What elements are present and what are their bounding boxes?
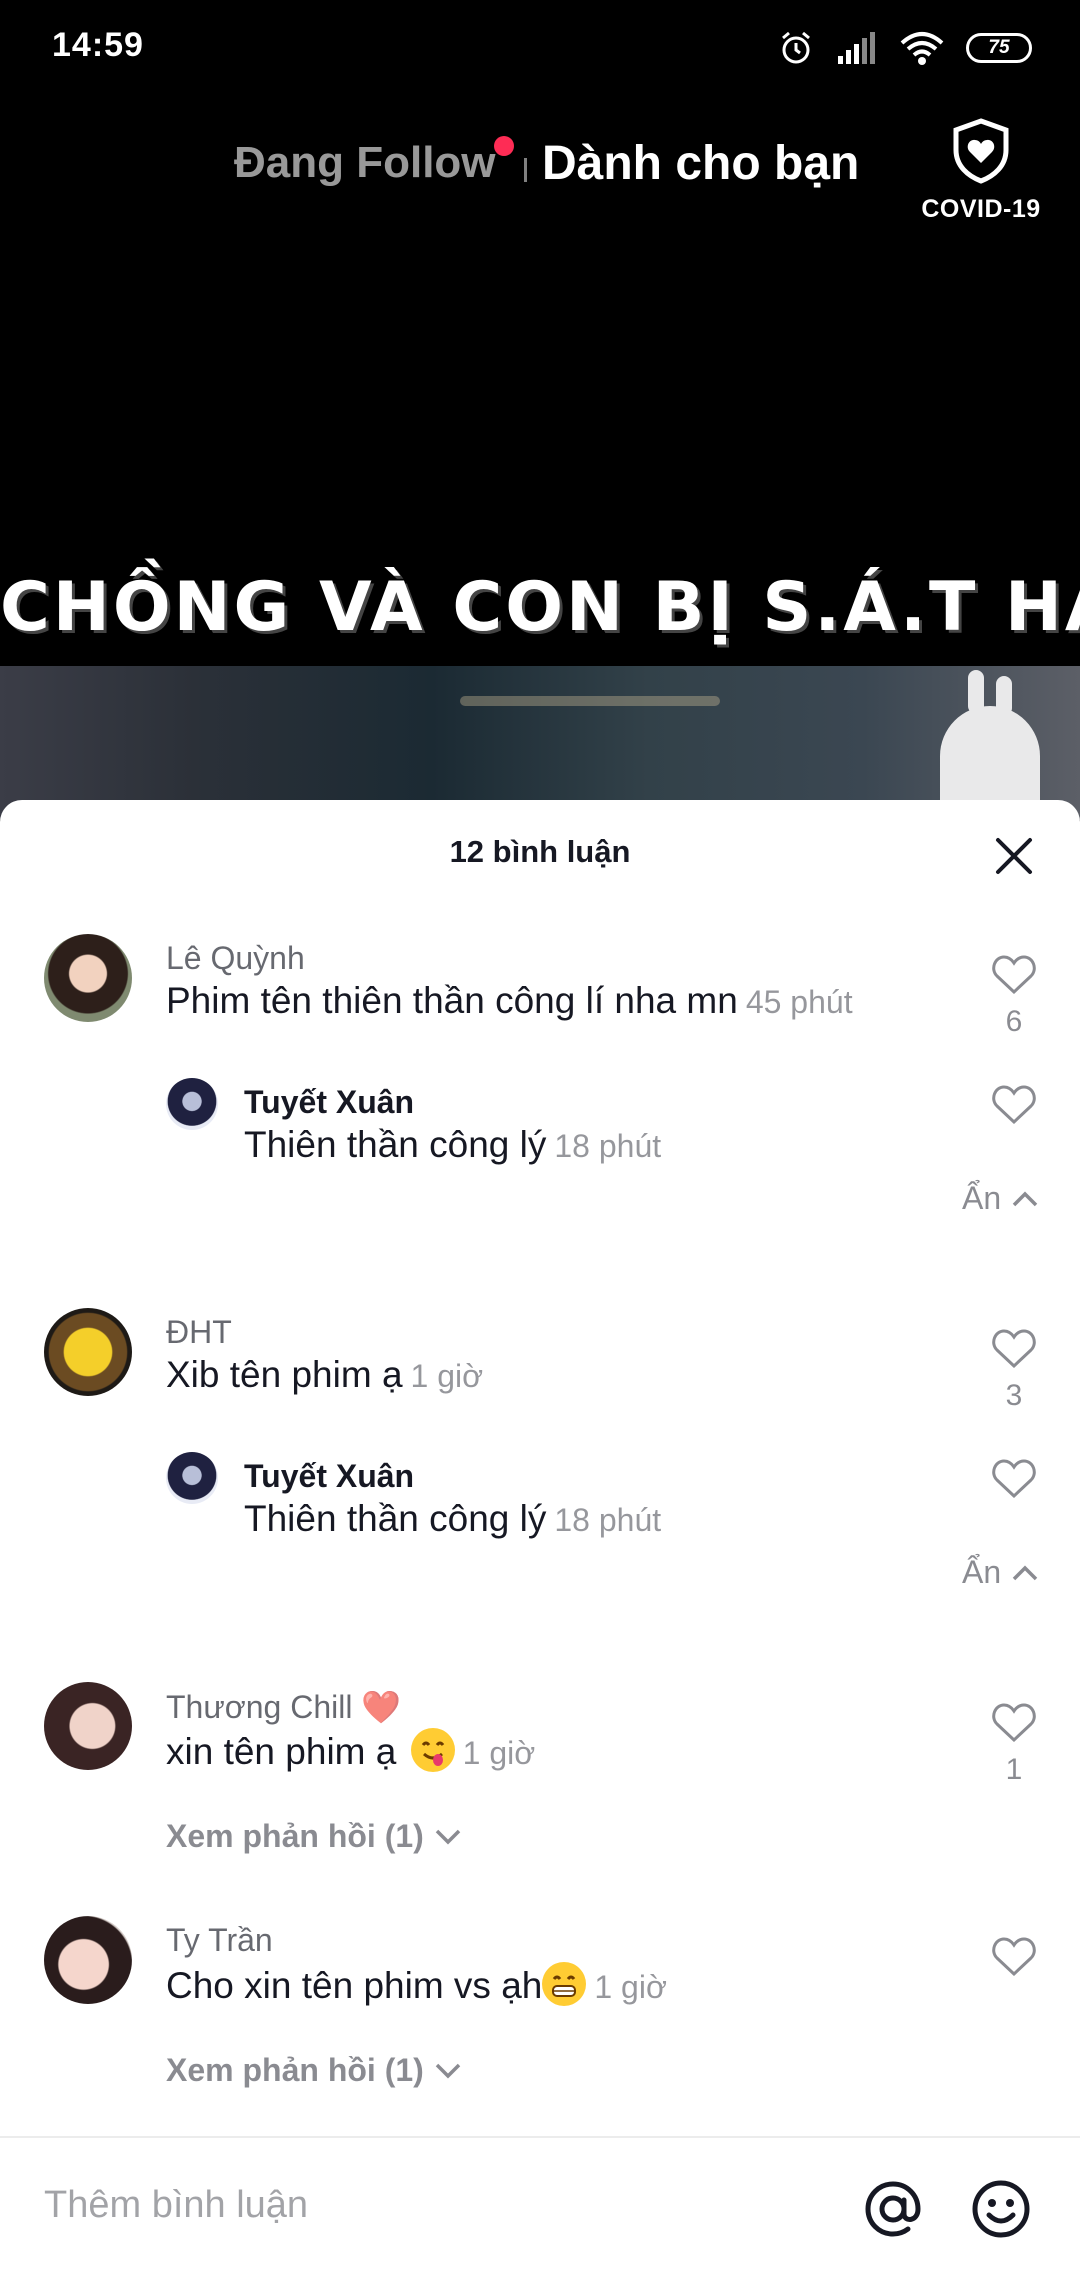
reply-avatar[interactable]	[166, 1452, 218, 1504]
tab-divider	[524, 158, 527, 182]
heart-icon	[992, 955, 1036, 995]
covid-button[interactable]: COVID-19	[916, 118, 1046, 224]
video-caption: CHỒNG VÀ CON BỊ S.Á.T HẠI	[0, 568, 1080, 647]
tab-following[interactable]: Đang Follow	[234, 138, 496, 188]
battery-icon: 75	[966, 33, 1032, 63]
video-lights	[460, 696, 720, 706]
comment-username[interactable]: Ty Trần	[166, 1922, 273, 1959]
comment-input[interactable]: Thêm bình luận	[44, 2184, 308, 2227]
comment-body: Xib tên phim ạ	[166, 1354, 403, 1395]
like-count: 3	[1005, 1379, 1023, 1412]
reply-body: Thiên thần công lý	[244, 1498, 547, 1539]
status-icons: 75	[778, 26, 1032, 70]
notification-dot	[494, 136, 514, 156]
close-icon[interactable]	[990, 832, 1038, 880]
comments-count: 12 bình luận	[449, 834, 631, 869]
wifi-icon	[900, 32, 944, 65]
comment-input-bar[interactable]: Thêm bình luận	[0, 2136, 1080, 2280]
signal-icon	[838, 32, 875, 64]
view-replies-label: Xem phản hồi (1)	[166, 1818, 424, 1854]
video-frame	[0, 666, 1080, 820]
comment-username[interactable]: ĐHT	[166, 1314, 232, 1351]
comment-body: Cho xin tên phim vs ạh	[166, 1965, 543, 2006]
view-replies-label: Xem phản hồi (1)	[166, 2052, 424, 2088]
comment-time: 45 phút	[745, 984, 853, 1020]
like-count: 1	[1005, 1753, 1023, 1786]
status-bar: 14:59 75	[0, 0, 1080, 96]
reply-text: Thiên thần công lý 18 phút	[244, 1498, 661, 1540]
comments-sheet: 12 bình luận Lê Quỳnh Phim tên thiên thầ…	[0, 800, 1080, 2280]
view-replies-button[interactable]: Xem phản hồi (1)	[166, 1818, 463, 1855]
avatar[interactable]	[44, 1916, 132, 2004]
comment-text: Cho xin tên phim vs ạh 1 giờ	[166, 1962, 667, 2007]
comment-text: Xib tên phim ạ1 giờ	[166, 1354, 483, 1396]
comment-body: Phim tên thiên thần công lí nha mn	[166, 980, 738, 1021]
view-replies-button[interactable]: Xem phản hồi (1)	[166, 2052, 463, 2089]
avatar[interactable]	[44, 934, 132, 1022]
comment-text: Phim tên thiên thần công lí nha mn 45 phú…	[166, 980, 853, 1022]
reply-time: 18 phút	[554, 1128, 662, 1164]
reply-time: 18 phút	[554, 1502, 662, 1538]
like-button[interactable]: 6	[986, 954, 1042, 1039]
avatar[interactable]	[44, 1308, 132, 1396]
like-count: 6	[1005, 1005, 1023, 1038]
reply-like-button[interactable]	[986, 1084, 1042, 1131]
like-button[interactable]: 3	[986, 1328, 1042, 1413]
grin-emoji-icon	[542, 1962, 587, 2006]
emoji-icon[interactable]	[970, 2178, 1032, 2240]
reply-avatar[interactable]	[166, 1078, 218, 1130]
comment-time: 1 giờ	[410, 1358, 484, 1394]
heart-icon	[992, 1703, 1036, 1743]
reply-username[interactable]: Tuyết Xuân	[244, 1458, 414, 1495]
covid-label: COVID-19	[921, 195, 1041, 223]
comment-body: xin tên phim ạ	[166, 1731, 397, 1772]
status-time: 14:59	[52, 26, 144, 64]
reply-username[interactable]: Tuyết Xuân	[244, 1084, 414, 1121]
hide-replies-button[interactable]: Ẩn	[962, 1554, 1040, 1591]
heart-icon	[992, 1085, 1036, 1125]
like-button[interactable]	[986, 1936, 1042, 1983]
avatar[interactable]	[44, 1682, 132, 1770]
mention-icon[interactable]	[862, 2178, 924, 2240]
yum-emoji-icon	[410, 1728, 455, 1772]
comment-username[interactable]: Lê Quỳnh	[166, 940, 305, 977]
like-button[interactable]: 1	[986, 1702, 1042, 1787]
heart-icon	[992, 1459, 1036, 1499]
alarm-icon	[782, 31, 810, 64]
heart-icon	[992, 1329, 1036, 1369]
hide-replies-button[interactable]: Ẩn	[962, 1180, 1040, 1217]
chevron-up-icon	[1012, 1191, 1038, 1207]
shield-heart-icon	[953, 118, 1009, 184]
hide-replies-label: Ẩn	[962, 1180, 1002, 1216]
reply-text: Thiên thần công lý 18 phút	[244, 1124, 661, 1166]
comment-text: xin tên phim ạ 1 giờ	[166, 1728, 535, 1773]
chevron-up-icon	[1012, 1565, 1038, 1581]
comment-time: 1 giờ	[462, 1735, 536, 1771]
chevron-down-icon	[435, 2063, 460, 2079]
reply-body: Thiên thần công lý	[244, 1124, 547, 1165]
reply-like-button[interactable]	[986, 1458, 1042, 1505]
heart-icon	[992, 1937, 1036, 1977]
comment-username[interactable]: Thương Chill ❤️	[166, 1688, 401, 1726]
tab-for-you[interactable]: Dành cho bạn	[542, 136, 859, 191]
chevron-down-icon	[435, 1829, 460, 1845]
comment-time: 1 giờ	[594, 1969, 667, 2005]
hide-replies-label: Ẩn	[962, 1554, 1002, 1590]
video-player[interactable]: 14:59 75 Đang Follow Dành cho bạn COVID-…	[0, 0, 1080, 820]
